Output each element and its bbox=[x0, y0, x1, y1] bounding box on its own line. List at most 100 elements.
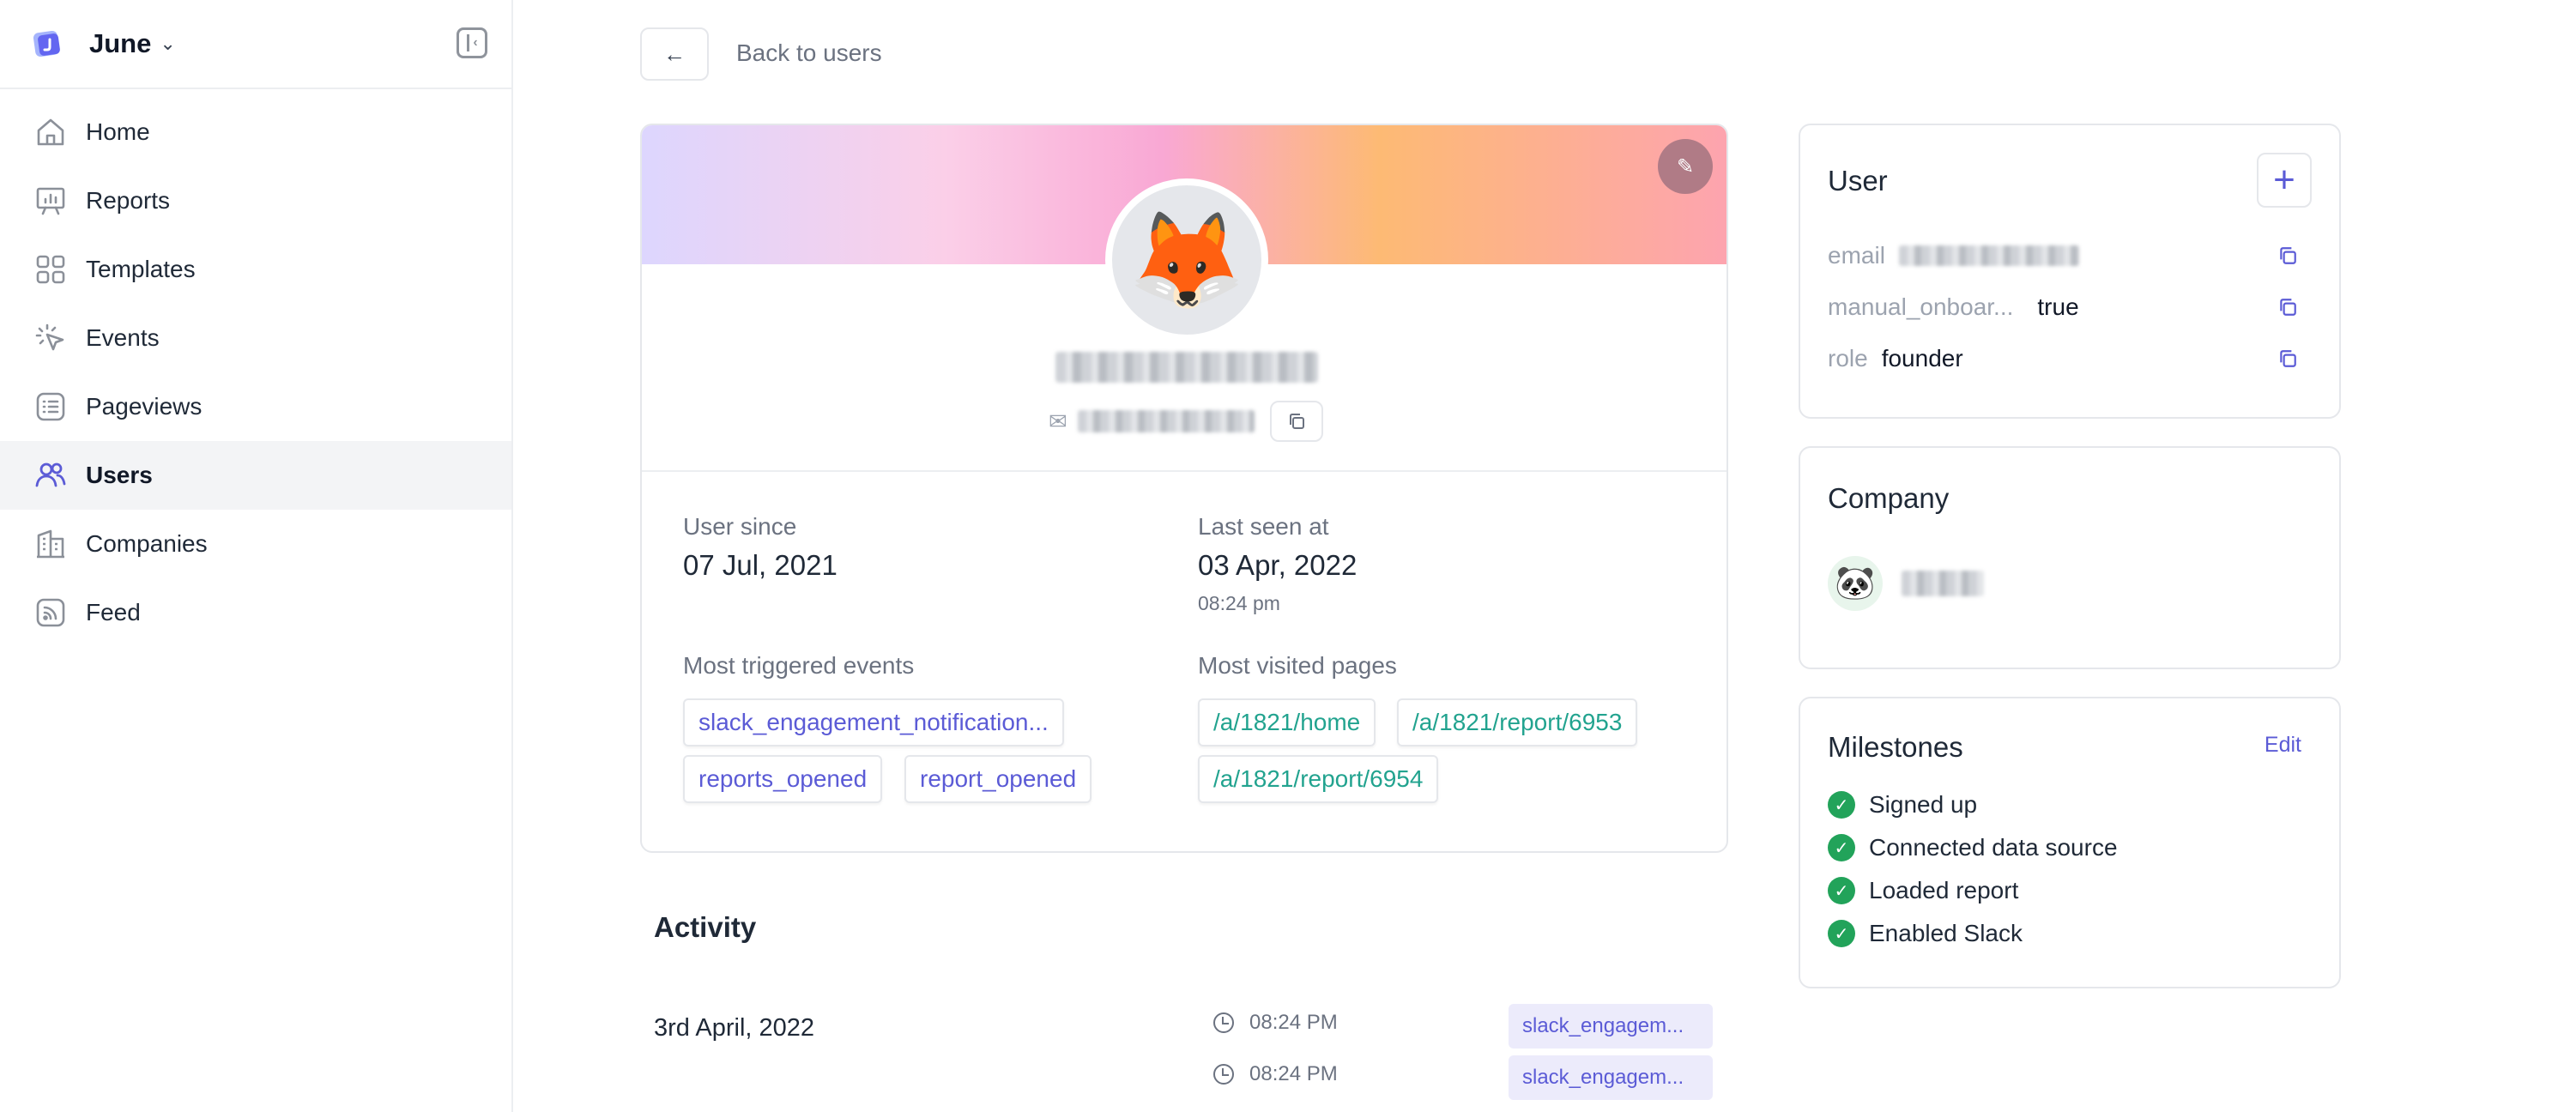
sidebar: June ⌄ ‹ Home Reports Templates Events P… bbox=[0, 0, 513, 1112]
sidebar-item-templates[interactable]: Templates bbox=[0, 235, 511, 304]
list-icon bbox=[33, 389, 69, 425]
sidebar-item-label: Companies bbox=[86, 530, 208, 557]
email-redacted bbox=[1077, 410, 1255, 432]
fox-avatar-icon: 🦊 bbox=[1128, 207, 1246, 313]
milestones-card: Milestones Edit ✓ Signed up ✓ Connected … bbox=[1799, 697, 2341, 988]
sidebar-item-label: Users bbox=[86, 462, 153, 488]
grid-icon bbox=[33, 251, 69, 287]
june-logo-icon bbox=[33, 30, 60, 57]
sidebar-item-pageviews[interactable]: Pageviews bbox=[0, 372, 511, 441]
last-seen-time: 08:24 pm bbox=[1198, 592, 1280, 614]
property-key: email bbox=[1828, 242, 1885, 269]
activity-time: 08:24 PM bbox=[1213, 1062, 1338, 1086]
chevron-down-icon: ⌄ bbox=[160, 33, 176, 54]
property-value-redacted bbox=[1898, 245, 2079, 266]
back-to-users-link[interactable]: Back to users bbox=[736, 39, 882, 67]
milestones-title: Milestones bbox=[1828, 731, 1963, 763]
company-card-title: Company bbox=[1828, 482, 1950, 514]
email-row: ✉ bbox=[1049, 400, 1323, 443]
user-profile-card: ✎ 🦊 ✉ User since 07 Jul, 2021 Last seen … bbox=[640, 124, 1728, 853]
sidebar-item-users[interactable]: Users bbox=[0, 441, 511, 510]
property-value: founder bbox=[1881, 345, 1963, 372]
property-key: manual_onboar... bbox=[1828, 293, 2014, 320]
copy-email-button[interactable] bbox=[1269, 401, 1323, 442]
sidebar-item-label: Events bbox=[86, 324, 160, 351]
last-seen-label: Last seen at bbox=[1198, 513, 1329, 540]
page-chip[interactable]: /a/1821/report/6954 bbox=[1198, 755, 1439, 803]
activity-time-label: 08:24 PM bbox=[1249, 1062, 1338, 1085]
property-key: role bbox=[1828, 345, 1868, 372]
clock-icon bbox=[1213, 1012, 1234, 1033]
company-name-redacted bbox=[1902, 571, 1984, 596]
company-logo: 🐼 bbox=[1828, 556, 1883, 611]
activity-heading: Activity bbox=[654, 911, 757, 943]
collapse-sidebar-button[interactable]: ‹ bbox=[457, 27, 487, 58]
activity-event-chip[interactable]: slack_engagem... bbox=[1509, 1055, 1713, 1100]
check-circle-icon: ✓ bbox=[1828, 791, 1855, 819]
last-seen-stat: Last seen at 03 Apr, 2022 08:24 pm bbox=[1198, 513, 1357, 615]
copy-icon[interactable] bbox=[2277, 245, 2298, 266]
milestone-label: Enabled Slack bbox=[1869, 920, 2023, 946]
sidebar-item-label: Reports bbox=[86, 187, 171, 214]
edit-profile-button[interactable]: ✎ bbox=[1658, 139, 1713, 194]
user-properties-card: User + email manual_onboar... true role … bbox=[1799, 124, 2341, 419]
copy-icon[interactable] bbox=[2277, 348, 2298, 369]
milestone-item: ✓ Connected data source bbox=[1828, 834, 2118, 861]
panda-icon: 🐼 bbox=[1835, 565, 1876, 601]
milestone-label: Connected data source bbox=[1869, 834, 2118, 861]
most-triggered-events-label: Most triggered events bbox=[683, 652, 915, 679]
presentation-chart-icon bbox=[33, 183, 69, 219]
add-property-button[interactable]: + bbox=[2257, 153, 2312, 208]
sidebar-item-label: Pageviews bbox=[86, 393, 203, 420]
property-row-role: role founder bbox=[1828, 340, 2312, 378]
mail-icon: ✉ bbox=[1049, 408, 1067, 434]
company-card: Company 🐼 bbox=[1799, 446, 2341, 669]
cursor-click-icon bbox=[33, 320, 69, 356]
edit-milestones-link[interactable]: Edit bbox=[2265, 733, 2301, 758]
arrow-left-icon: ← bbox=[663, 40, 686, 67]
check-circle-icon: ✓ bbox=[1828, 920, 1855, 947]
user-since-stat: User since 07 Jul, 2021 bbox=[683, 513, 838, 582]
user-since-label: User since bbox=[683, 513, 797, 540]
most-visited-pages-label: Most visited pages bbox=[1198, 652, 1397, 679]
workspace-switcher[interactable]: June ⌄ ‹ bbox=[0, 0, 511, 89]
sidebar-item-home[interactable]: Home bbox=[0, 98, 511, 166]
sidebar-nav: Home Reports Templates Events Pageviews bbox=[0, 89, 511, 647]
user-card-title: User bbox=[1828, 165, 1888, 196]
activity-date: 3rd April, 2022 bbox=[654, 1014, 815, 1042]
home-icon bbox=[33, 114, 69, 150]
sidebar-item-label: Templates bbox=[86, 256, 196, 282]
sidebar-item-feed[interactable]: Feed bbox=[0, 578, 511, 647]
activity-time: 08:24 PM bbox=[1213, 1011, 1338, 1035]
sidebar-item-label: Home bbox=[86, 118, 150, 145]
page-chip[interactable]: /a/1821/home bbox=[1198, 698, 1376, 746]
avatar: 🦊 bbox=[1105, 178, 1268, 341]
sidebar-item-companies[interactable]: Companies bbox=[0, 510, 511, 578]
sidebar-item-label: Feed bbox=[86, 599, 141, 626]
back-button[interactable]: ← bbox=[640, 27, 709, 81]
office-building-icon bbox=[33, 526, 69, 562]
activity-event-chip[interactable]: slack_engagem... bbox=[1509, 1004, 1713, 1049]
activity-time-label: 08:24 PM bbox=[1249, 1011, 1338, 1034]
user-since-value: 07 Jul, 2021 bbox=[683, 549, 838, 581]
event-chip[interactable]: reports_opened bbox=[683, 755, 883, 803]
property-value: true bbox=[2037, 293, 2079, 320]
event-chip[interactable]: slack_engagement_notification... bbox=[683, 698, 1064, 746]
check-circle-icon: ✓ bbox=[1828, 834, 1855, 861]
property-row-email: email bbox=[1828, 237, 2312, 275]
milestone-item: ✓ Enabled Slack bbox=[1828, 920, 2023, 947]
divider bbox=[642, 470, 1726, 472]
page-chip[interactable]: /a/1821/report/6953 bbox=[1397, 698, 1638, 746]
event-chip[interactable]: report_opened bbox=[904, 755, 1092, 803]
copy-icon[interactable] bbox=[2277, 297, 2298, 317]
sidebar-item-events[interactable]: Events bbox=[0, 304, 511, 372]
property-row-manual-onboarding: manual_onboar... true bbox=[1828, 288, 2312, 326]
plus-icon: + bbox=[2273, 159, 2295, 201]
sidebar-item-reports[interactable]: Reports bbox=[0, 166, 511, 235]
last-seen-date: 03 Apr, 2022 bbox=[1198, 549, 1358, 581]
pencil-icon: ✎ bbox=[1676, 154, 1695, 178]
users-icon bbox=[33, 457, 69, 493]
rss-icon bbox=[33, 595, 69, 631]
company-link[interactable]: 🐼 bbox=[1828, 556, 1984, 611]
milestone-label: Loaded report bbox=[1869, 877, 2019, 904]
